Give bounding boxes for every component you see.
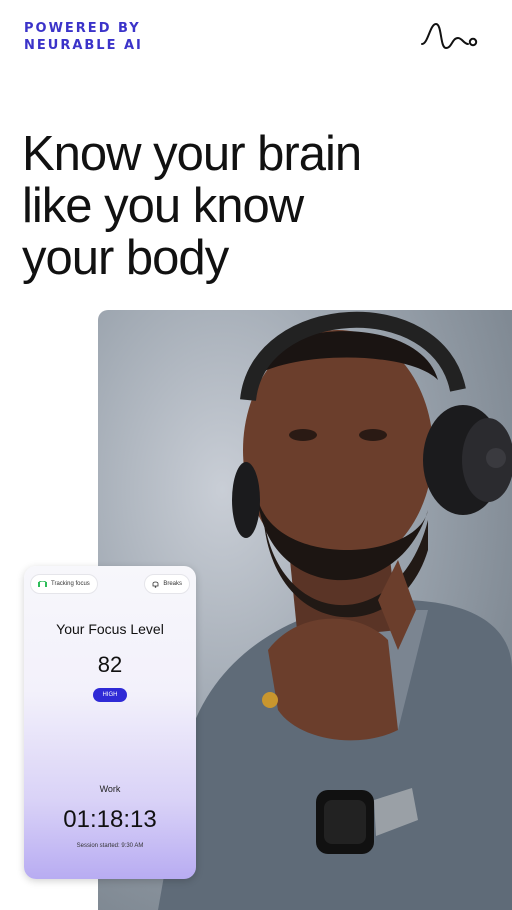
neurable-wave-logo-icon (421, 22, 478, 50)
focus-level-badge: HIGH (93, 688, 127, 702)
tracking-focus-label: Tracking focus (51, 581, 90, 587)
bell-icon (152, 581, 159, 588)
brand-line-1: POWERED BY (24, 21, 141, 36)
session-started: Session started: 9:30 AM (76, 843, 144, 849)
focus-level-title: Your Focus Level (56, 621, 164, 637)
breaks-label: Breaks (163, 581, 182, 587)
brand-label: POWERED BY NEURABLE AI (24, 20, 143, 54)
brand-line-2: NEURABLE AI (24, 38, 143, 53)
headline-line-3: your body (22, 231, 229, 285)
focus-level-card: Tracking focus Breaks Your Focus Level 8… (24, 566, 196, 879)
session-mode: Work (99, 784, 121, 794)
breaks-button[interactable]: Breaks (144, 574, 190, 594)
headline-line-1: Know your brain (22, 127, 362, 181)
focus-score: 82 (97, 652, 123, 677)
session-timer: 01:18:13 (63, 806, 157, 833)
headline-line-2: like you know (22, 179, 304, 233)
page-headline: Know your brain like you know your body (22, 128, 492, 284)
tracking-focus-pill[interactable]: Tracking focus (30, 574, 98, 594)
headphones-status-icon (38, 580, 47, 587)
